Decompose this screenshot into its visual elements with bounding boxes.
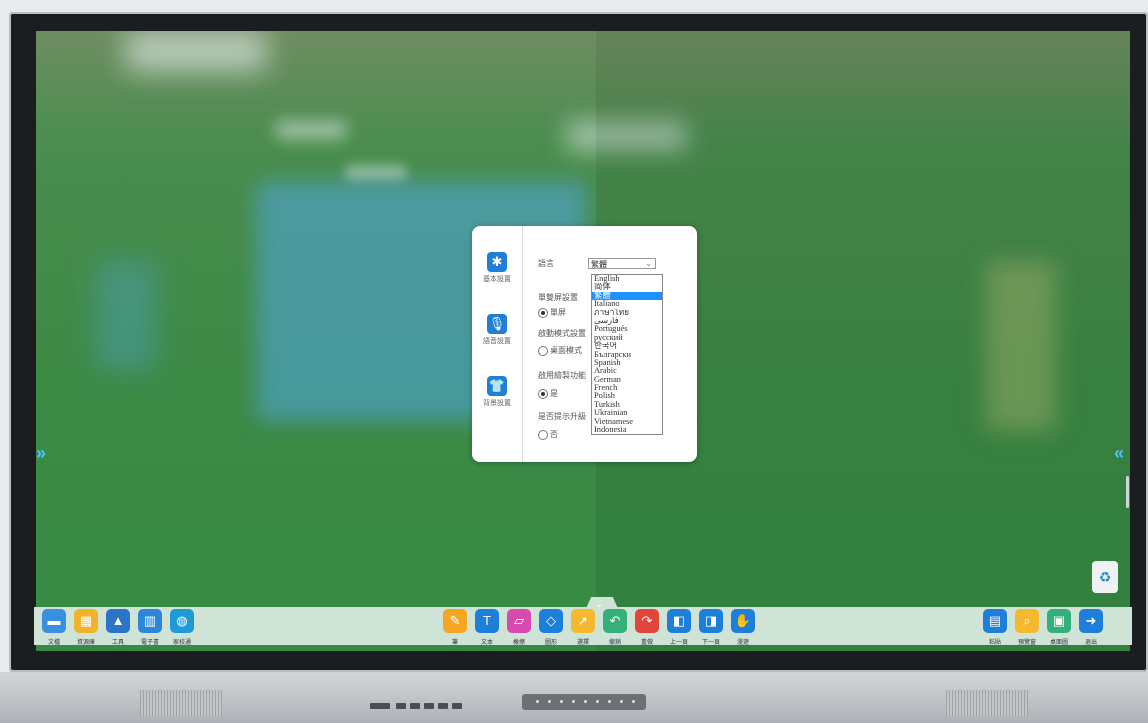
language-option[interactable]: Turkish	[592, 401, 662, 409]
speaker-grille-left	[140, 690, 222, 716]
upgrade-label: 是否提示升級	[538, 412, 586, 421]
speaker-grille-right	[946, 690, 1028, 716]
taskbar: ⌄ ▬ 文檔 ▦ 資源庫 ▲ 工具 ▥ 電子書 ◍ 家校通 ✎ 筆 T 文本 ▱ 橡擦 ◇ 圖形 ➚ 選擇 ↶ 撤銷 ↷ 重…	[34, 597, 1132, 646]
port	[370, 703, 390, 709]
port	[424, 703, 434, 709]
language-option[interactable]: русский	[592, 334, 662, 342]
language-option[interactable]: Vietnamese	[592, 418, 662, 426]
undo-icon[interactable]: ↶	[603, 609, 627, 633]
settings-dialog: ✱ 基本設置 🎙 語音設置 👕 背景設置 語言 繁體 ⌄ 單雙屏設置 單屏 啟動…	[472, 226, 697, 462]
book-icon[interactable]: ▥	[138, 609, 162, 633]
resources-icon[interactable]: ▦	[74, 609, 98, 633]
shirt-icon: 👕	[487, 376, 507, 396]
language-option[interactable]: ภาษาไทย	[592, 309, 662, 317]
text-icon[interactable]: T	[475, 609, 499, 633]
taskbar-label: 退出	[1084, 640, 1097, 646]
screen-mode-radio[interactable]: 單屏	[538, 307, 566, 318]
folder-icon[interactable]: ▬	[42, 609, 66, 633]
language-option[interactable]: Spanish	[592, 359, 662, 367]
language-option[interactable]: German	[592, 376, 662, 384]
right-expand-arrow-icon[interactable]: «	[1114, 443, 1124, 464]
taskbar-label: 家校通	[172, 640, 191, 646]
nav-background-settings[interactable]: 👕 背景設置	[476, 376, 518, 408]
radio-unchecked[interactable]	[538, 345, 548, 356]
desktop-icon[interactable]: ▣	[1047, 609, 1071, 633]
front-control-panel[interactable]	[522, 694, 646, 710]
gear-icon: ✱	[487, 252, 507, 272]
language-option[interactable]: Ukrainian	[592, 409, 662, 417]
redo-icon[interactable]: ↷	[635, 609, 659, 633]
preview-icon[interactable]: ⌕	[1015, 609, 1039, 633]
left-expand-arrow-icon[interactable]: »	[36, 443, 46, 464]
language-option[interactable]: Italiano	[592, 300, 662, 308]
radio-label: 單屏	[550, 308, 566, 317]
screen-mode-label: 單雙屏設置	[538, 293, 578, 302]
language-select[interactable]: 繁體 ⌄	[588, 258, 656, 269]
nav-voice-settings[interactable]: 🎙 語音設置	[476, 314, 518, 346]
recycle-bin-icon[interactable]: ♻	[1092, 561, 1118, 593]
language-option[interactable]: Arabic	[592, 367, 662, 375]
language-option[interactable]: English	[592, 275, 662, 283]
language-label: 語言	[538, 259, 554, 268]
nav-label: 語音設置	[483, 338, 511, 345]
pen-icon[interactable]: ✎	[443, 609, 467, 633]
upgrade-radio[interactable]: 否	[538, 429, 558, 440]
chevron-down-icon: ⌄	[595, 599, 604, 610]
language-option[interactable]: 繁體	[592, 291, 662, 301]
prev-page-icon[interactable]: ◧	[667, 609, 691, 633]
port	[452, 703, 462, 709]
radio-checked[interactable]	[538, 307, 548, 318]
taskbar-label: 漫遊	[736, 640, 749, 646]
language-option[interactable]: Български	[592, 351, 662, 359]
radio-label: 桌面模式	[550, 346, 582, 355]
port	[438, 703, 448, 709]
hand-icon[interactable]: ✋	[731, 609, 755, 633]
language-option[interactable]: فارسی	[592, 317, 662, 325]
language-option[interactable]: 한국어	[592, 342, 662, 350]
nav-label: 基本設置	[483, 276, 511, 283]
radio-checked[interactable]	[538, 388, 548, 399]
language-option[interactable]: Portugués	[592, 325, 662, 333]
chevron-down-icon: ⌄	[645, 259, 652, 268]
clipboard-icon[interactable]: ▤	[983, 609, 1007, 633]
startup-mode-radio[interactable]: 桌面模式	[538, 345, 582, 356]
radio-label: 是	[550, 389, 558, 398]
startup-mode-label: 啟動模式設置	[538, 329, 586, 338]
language-select-value: 繁體	[591, 260, 607, 269]
cursor-icon[interactable]: ➚	[571, 609, 595, 633]
nav-label: 背景設置	[483, 400, 511, 407]
radio-label: 否	[550, 430, 558, 439]
language-option[interactable]: 简体	[592, 283, 662, 291]
shapes-icon[interactable]: ◇	[539, 609, 563, 633]
port	[396, 703, 406, 709]
microphone-icon: 🎙	[487, 314, 507, 334]
settings-nav: ✱ 基本設置 🎙 語音設置 👕 背景設置	[472, 226, 523, 462]
side-scroll-handle[interactable]	[1126, 476, 1129, 508]
draw-label: 啟用繪製功能	[538, 371, 586, 380]
chat-icon[interactable]: ◍	[170, 609, 194, 633]
exit-icon[interactable]: ➜	[1079, 609, 1103, 633]
language-option[interactable]: Polish	[592, 392, 662, 400]
radio-unchecked[interactable]	[538, 429, 548, 440]
next-page-icon[interactable]: ◨	[699, 609, 723, 633]
language-option[interactable]: Indonesia	[592, 426, 662, 434]
eraser-icon[interactable]: ▱	[507, 609, 531, 633]
nav-basic-settings[interactable]: ✱ 基本設置	[476, 252, 518, 284]
port	[410, 703, 420, 709]
language-option[interactable]: French	[592, 384, 662, 392]
tools-icon[interactable]: ▲	[106, 609, 130, 633]
language-dropdown-list[interactable]: English 简体 繁體 Italiano ภาษาไทย فارسی Portugués…	[591, 274, 663, 436]
draw-radio[interactable]: 是	[538, 388, 558, 399]
